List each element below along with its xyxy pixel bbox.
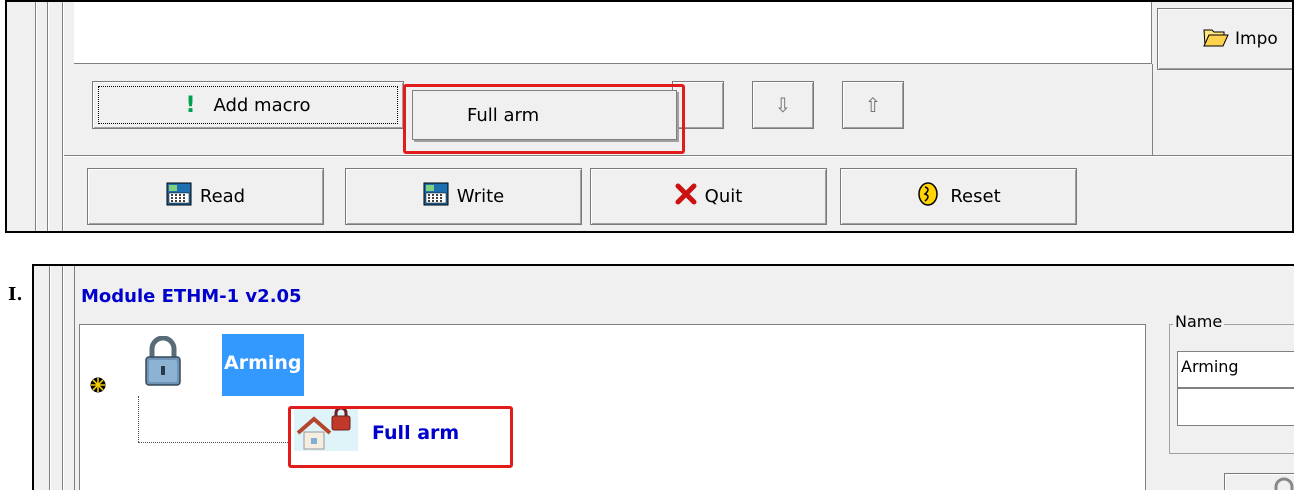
expand-node-icon[interactable] — [89, 376, 107, 399]
open-folder-icon — [1203, 26, 1229, 53]
frame-line — [1152, 64, 1153, 155]
module-title: Module ETHM-1 v2.05 — [81, 286, 302, 307]
read-button[interactable]: Read — [87, 168, 324, 225]
add-macro-button[interactable]: ! Add macro — [92, 81, 404, 129]
frame-line — [63, 266, 64, 490]
name-field[interactable]: Arming — [1177, 351, 1294, 388]
highlight-frame — [288, 406, 513, 468]
quit-button[interactable]: Quit — [590, 168, 827, 225]
module-panel: Module ETHM-1 v2.05 Arming Full arm Name… — [32, 264, 1294, 490]
read-module-icon — [166, 182, 192, 211]
import-button[interactable]: Impo — [1157, 8, 1292, 70]
move-up-button[interactable]: ⇧ — [842, 81, 904, 129]
name-group-label: Name — [1173, 312, 1225, 331]
read-label: Read — [199, 186, 246, 207]
macro-editor-panel: Impo ! Add macro ⇩ ⇧ Full arm Read Write… — [5, 0, 1294, 233]
quit-label: Quit — [704, 186, 743, 207]
left-letter: I. — [8, 284, 23, 305]
highlight-frame — [403, 84, 685, 154]
write-module-icon — [423, 182, 449, 211]
focus-rect — [98, 86, 398, 124]
macro-list[interactable] — [74, 2, 1152, 64]
reset-key-icon — [916, 181, 940, 212]
name-field-value: Arming — [1181, 357, 1239, 376]
frame-line — [63, 2, 64, 231]
reset-label: Reset — [950, 186, 1001, 207]
move-down-button[interactable]: ⇩ — [752, 81, 814, 129]
icon-select-button[interactable] — [1224, 473, 1294, 490]
tree-connector — [138, 396, 139, 442]
import-button-label: Impo — [1235, 29, 1278, 49]
close-x-icon — [675, 183, 697, 210]
reset-button[interactable]: Reset — [840, 168, 1077, 225]
frame-line — [50, 266, 51, 490]
separator — [64, 156, 1292, 157]
macro-tree[interactable]: Arming Full arm — [79, 324, 1146, 490]
tree-connector — [138, 442, 290, 443]
name-second-field[interactable] — [1177, 388, 1294, 426]
write-label: Write — [456, 186, 505, 207]
frame-line — [48, 2, 49, 231]
frame-line — [36, 2, 37, 231]
arrow-up-icon: ⇧ — [864, 93, 882, 117]
frame-line — [74, 266, 75, 490]
tree-item-arming[interactable]: Arming — [222, 334, 304, 396]
padlock-outline-icon — [1272, 475, 1294, 490]
padlock-icon — [143, 335, 183, 393]
write-button[interactable]: Write — [345, 168, 582, 225]
arrow-down-icon: ⇩ — [774, 93, 792, 117]
tree-item-arming-label: Arming — [224, 352, 302, 374]
